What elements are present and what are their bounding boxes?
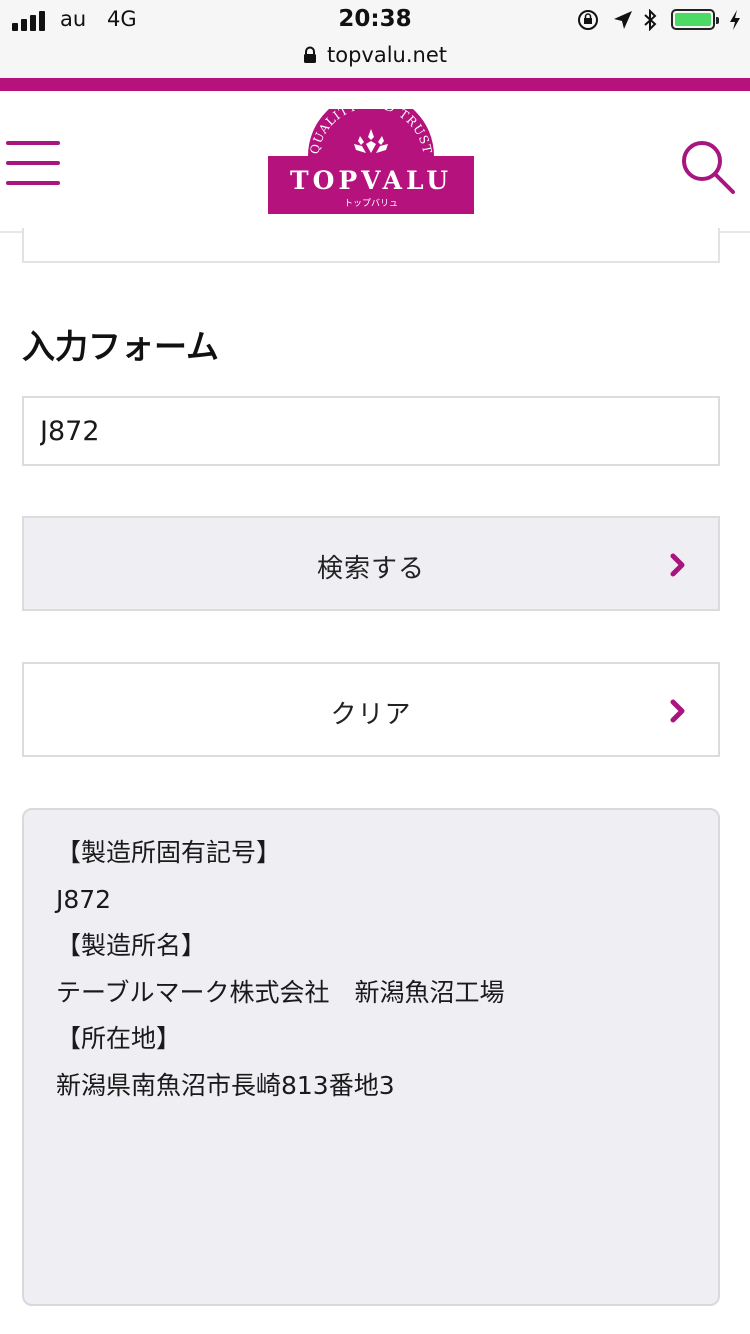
search-button[interactable]: 検索する — [22, 516, 720, 611]
chevron-right-icon — [670, 553, 685, 577]
result-code-value: J872 — [56, 884, 112, 914]
address-bar[interactable]: topvalu.net — [0, 40, 750, 78]
battery-level — [675, 13, 711, 26]
clear-button[interactable]: クリア — [22, 662, 720, 757]
bluetooth-icon — [644, 9, 657, 31]
brand-accent-bar — [0, 78, 750, 91]
result-factory-value: テーブルマーク株式会社 新潟魚沼工場 — [56, 977, 505, 1007]
code-input[interactable] — [22, 396, 720, 466]
lock-icon — [304, 46, 316, 63]
result-heading-factory: 【製造所名】 — [56, 931, 207, 960]
status-time: 20:38 — [338, 6, 412, 32]
result-panel: 【製造所固有記号】 J872 【製造所名】 テーブルマーク株式会社 新潟魚沼工場… — [22, 808, 720, 1306]
site-header: QUALITY AND TRUST TOPVALU トップバリュ — [0, 91, 750, 233]
status-bar: au 4G 20:38 — [0, 0, 750, 40]
chevron-right-icon — [670, 699, 685, 723]
orientation-lock-icon — [578, 10, 598, 30]
section-title: 入力フォーム — [22, 327, 220, 366]
topvalu-logo[interactable]: QUALITY AND TRUST TOPVALU トップバリュ — [268, 109, 474, 214]
previous-section-box — [22, 228, 720, 263]
clear-button-label: クリア — [330, 700, 412, 730]
logo-kana: トップバリュ — [344, 198, 398, 209]
search-button-label: 検索する — [316, 554, 425, 584]
charging-bolt-icon — [730, 10, 740, 30]
hamburger-menu-icon[interactable] — [6, 141, 60, 185]
location-arrow-icon — [614, 11, 632, 29]
url-display[interactable]: topvalu.net — [303, 43, 447, 67]
battery-icon — [671, 9, 719, 30]
result-address-value: 新潟県南魚沼市長崎813番地3 — [56, 1070, 395, 1100]
search-icon[interactable] — [680, 139, 736, 195]
url-text: topvalu.net — [327, 43, 447, 67]
result-heading-address: 【所在地】 — [56, 1024, 182, 1053]
result-heading-code: 【製造所固有記号】 — [56, 838, 282, 867]
logo-wordmark: TOPVALU — [290, 166, 452, 195]
